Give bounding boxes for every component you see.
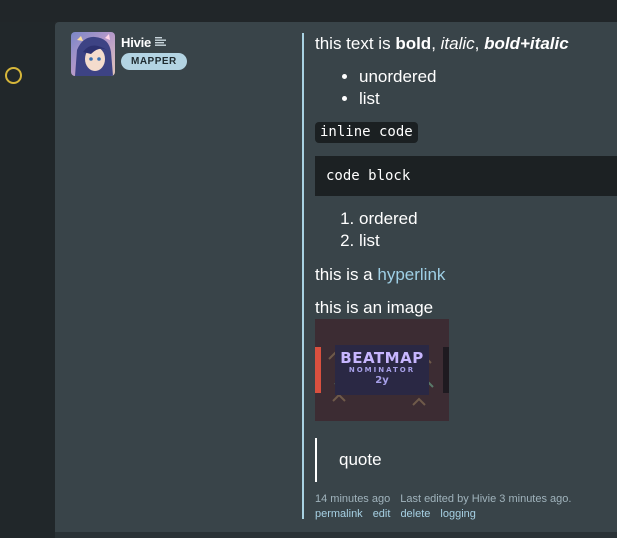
delete-link[interactable]: delete: [400, 508, 430, 520]
username[interactable]: Hivie: [121, 35, 151, 50]
unordered-list: unordered list: [315, 66, 437, 110]
post-meta: 14 minutes ago Last edited by Hivie 3 min…: [315, 493, 571, 505]
inline-code: inline code: [315, 122, 418, 143]
avatar[interactable]: [71, 32, 115, 76]
beatmap-nominator-image[interactable]: BEATMAP NOMINATOR 2y: [315, 319, 449, 421]
edit-link[interactable]: edit: [373, 508, 391, 520]
plain-text: this text is: [315, 34, 396, 53]
image-tenure: 2y: [375, 375, 389, 386]
italic-text: italic: [440, 34, 475, 53]
posted-time: 14 minutes ago: [315, 493, 391, 505]
code-block: code block: [315, 156, 617, 196]
author-line: Hivie: [121, 33, 167, 51]
formatting-line: this text is bold, italic, bold+italic: [315, 34, 569, 54]
list-item: ordered: [359, 208, 418, 230]
permalink-link[interactable]: permalink: [315, 508, 363, 520]
anime-avatar-image: [71, 32, 115, 76]
bold-italic-text: bold+italic: [484, 34, 569, 53]
ordered-list: ordered list: [315, 208, 418, 252]
quote-bar: [315, 438, 317, 482]
image-subtitle: NOMINATOR: [348, 366, 416, 374]
edited-user[interactable]: Hivie: [472, 493, 496, 505]
bottom-strip: [55, 532, 617, 538]
list-item: list: [359, 230, 418, 252]
lines-menu-icon[interactable]: [155, 33, 167, 51]
edited-prefix: Last edited by: [400, 493, 472, 505]
list-item: list: [359, 88, 437, 110]
forum-post: Hivie MAPPER this text is bold, italic, …: [55, 22, 617, 532]
author-divider: [302, 33, 304, 519]
logging-link[interactable]: logging: [440, 508, 475, 520]
separator: ,: [431, 34, 441, 53]
status-ring-icon: [5, 67, 22, 84]
bold-text: bold: [395, 34, 432, 53]
hyperlink[interactable]: hyperlink: [377, 265, 445, 284]
separator: ,: [474, 34, 485, 53]
left-gutter: [0, 22, 55, 538]
link-line: this is a hyperlink: [315, 265, 445, 285]
post-actions: permalink edit delete logging: [315, 508, 476, 520]
list-item: unordered: [359, 66, 437, 88]
image-title: BEATMAP: [340, 349, 424, 367]
plain-text: this is a: [315, 265, 378, 284]
edited-suffix: 3 minutes ago.: [496, 493, 572, 505]
group-badge: MAPPER: [121, 53, 187, 70]
image-caption: this is an image: [315, 298, 434, 317]
top-strip: [0, 0, 617, 22]
quote-text: quote: [339, 450, 382, 469]
